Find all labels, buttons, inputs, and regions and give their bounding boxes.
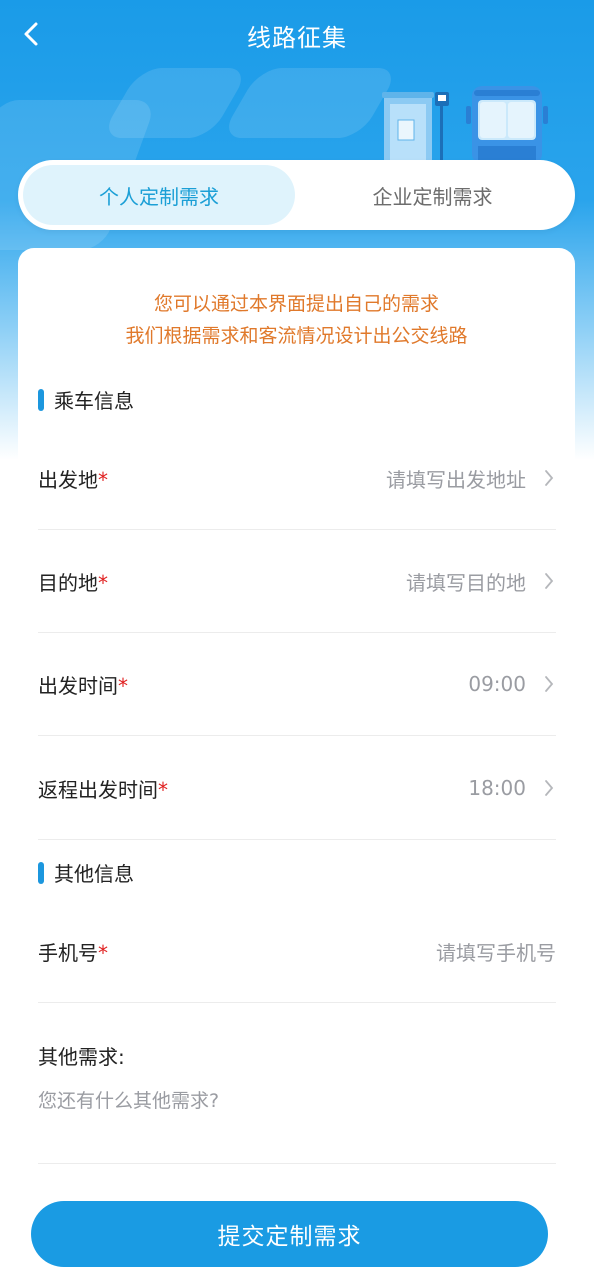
origin-field[interactable]: 出发地* 请填写出发地址 [38, 427, 556, 530]
page-title: 线路征集 [247, 23, 347, 52]
chevron-left-icon [24, 22, 38, 46]
section-other-info: 其他信息 [38, 858, 134, 887]
return-time-field[interactable]: 返程出发时间* 18:00 [38, 737, 556, 840]
chevron-right-icon [545, 573, 554, 589]
required-mark: * [98, 570, 108, 595]
section-ride-info: 乘车信息 [38, 385, 134, 414]
section-bar [38, 861, 44, 884]
required-mark: * [98, 940, 108, 965]
chevron-right-icon [545, 470, 554, 486]
section-bar [38, 388, 44, 411]
notice-line-1: 您可以通过本界面提出自己的需求 [153, 293, 439, 315]
required-mark: * [98, 467, 108, 492]
tab-enterprise[interactable]: 企业定制需求 [295, 165, 570, 225]
other-needs-label: 其他需求: [38, 1045, 125, 1069]
destination-label: 目的地* [38, 570, 108, 595]
chevron-right-icon [545, 780, 554, 796]
required-mark: * [118, 673, 128, 698]
back-button[interactable] [14, 17, 48, 51]
top-bar: 线路征集 [0, 0, 594, 70]
origin-label: 出发地* [38, 467, 108, 492]
phone-field[interactable]: 手机号* 请填写手机号 [38, 900, 556, 1003]
bus-stop-illustration [382, 86, 548, 164]
form-card: 您可以通过本界面提出自己的需求 我们根据需求和客流情况设计出公交线路 乘车信息 … [18, 248, 575, 1280]
depart-time-label: 出发时间* [38, 673, 128, 698]
destination-placeholder: 请填写目的地 [406, 570, 526, 595]
origin-placeholder: 请填写出发地址 [386, 467, 526, 492]
depart-time-field[interactable]: 出发时间* 09:00 [38, 633, 556, 736]
depart-time-value: 09:00 [468, 672, 526, 696]
tab-bar: 个人定制需求 企业定制需求 [18, 160, 575, 230]
submit-button[interactable]: 提交定制需求 [31, 1201, 548, 1267]
section-title: 其他信息 [54, 862, 134, 886]
chevron-right-icon [545, 676, 554, 692]
notice-text: 您可以通过本界面提出自己的需求 我们根据需求和客流情况设计出公交线路 [18, 288, 575, 352]
phone-label: 手机号* [38, 940, 108, 965]
section-title: 乘车信息 [54, 389, 134, 413]
return-time-value: 18:00 [468, 776, 526, 800]
notice-line-2: 我们根据需求和客流情况设计出公交线路 [125, 325, 468, 347]
other-needs-input[interactable] [38, 1086, 556, 1164]
destination-field[interactable]: 目的地* 请填写目的地 [38, 530, 556, 633]
required-mark: * [158, 777, 168, 802]
phone-placeholder: 请填写手机号 [436, 940, 556, 965]
return-time-label: 返程出发时间* [38, 777, 168, 802]
tab-personal[interactable]: 个人定制需求 [23, 165, 295, 225]
